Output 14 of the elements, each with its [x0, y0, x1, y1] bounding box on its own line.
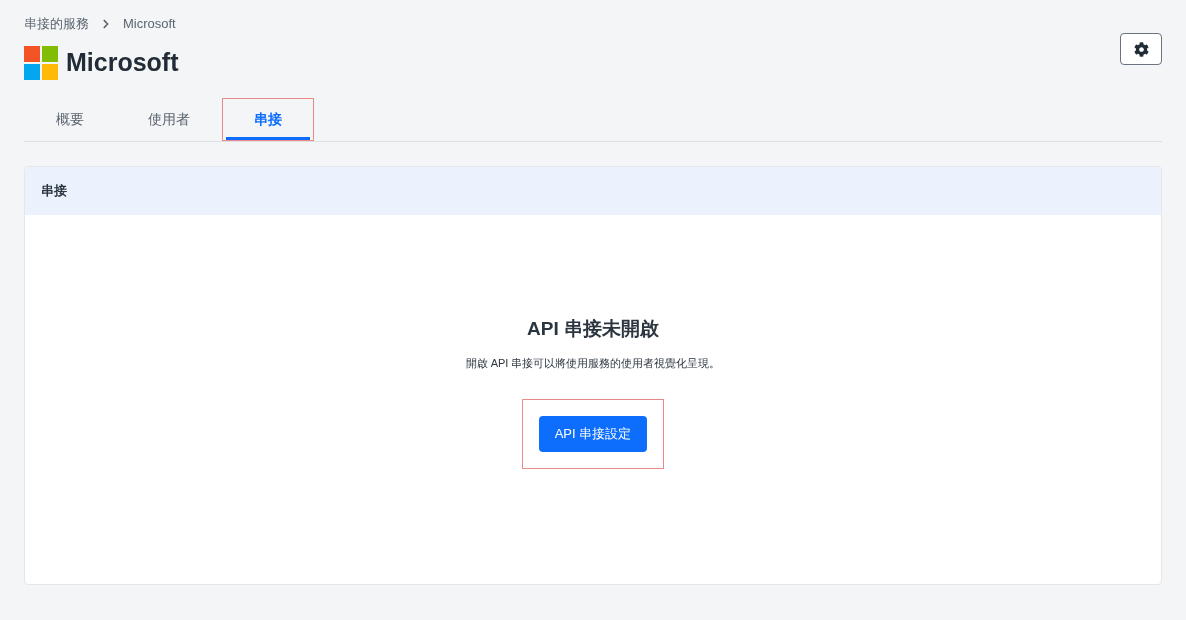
tab[interactable]: 串接	[222, 97, 314, 141]
settings-button[interactable]	[1120, 33, 1162, 65]
four-squares-logo-icon	[24, 45, 58, 80]
breadcrumb-link[interactable]: 串接的服務	[24, 14, 89, 34]
empty-state-title: API 串接未開啟	[527, 316, 659, 341]
settings-icon	[1133, 41, 1149, 57]
page-title: Microsoft	[66, 47, 179, 78]
api-settings-button[interactable]: API 串接設定	[538, 415, 648, 452]
tab[interactable]: 概要	[24, 97, 116, 141]
chevron-right-icon	[101, 19, 111, 29]
panel-header-title: 串接	[41, 181, 67, 200]
empty-state-description: 開啟 API 串接可以將使用服務的使用者視覺化呈現。	[465, 356, 721, 371]
tab[interactable]: 使用者	[116, 97, 222, 141]
breadcrumb-current: Microsoft	[123, 15, 176, 34]
